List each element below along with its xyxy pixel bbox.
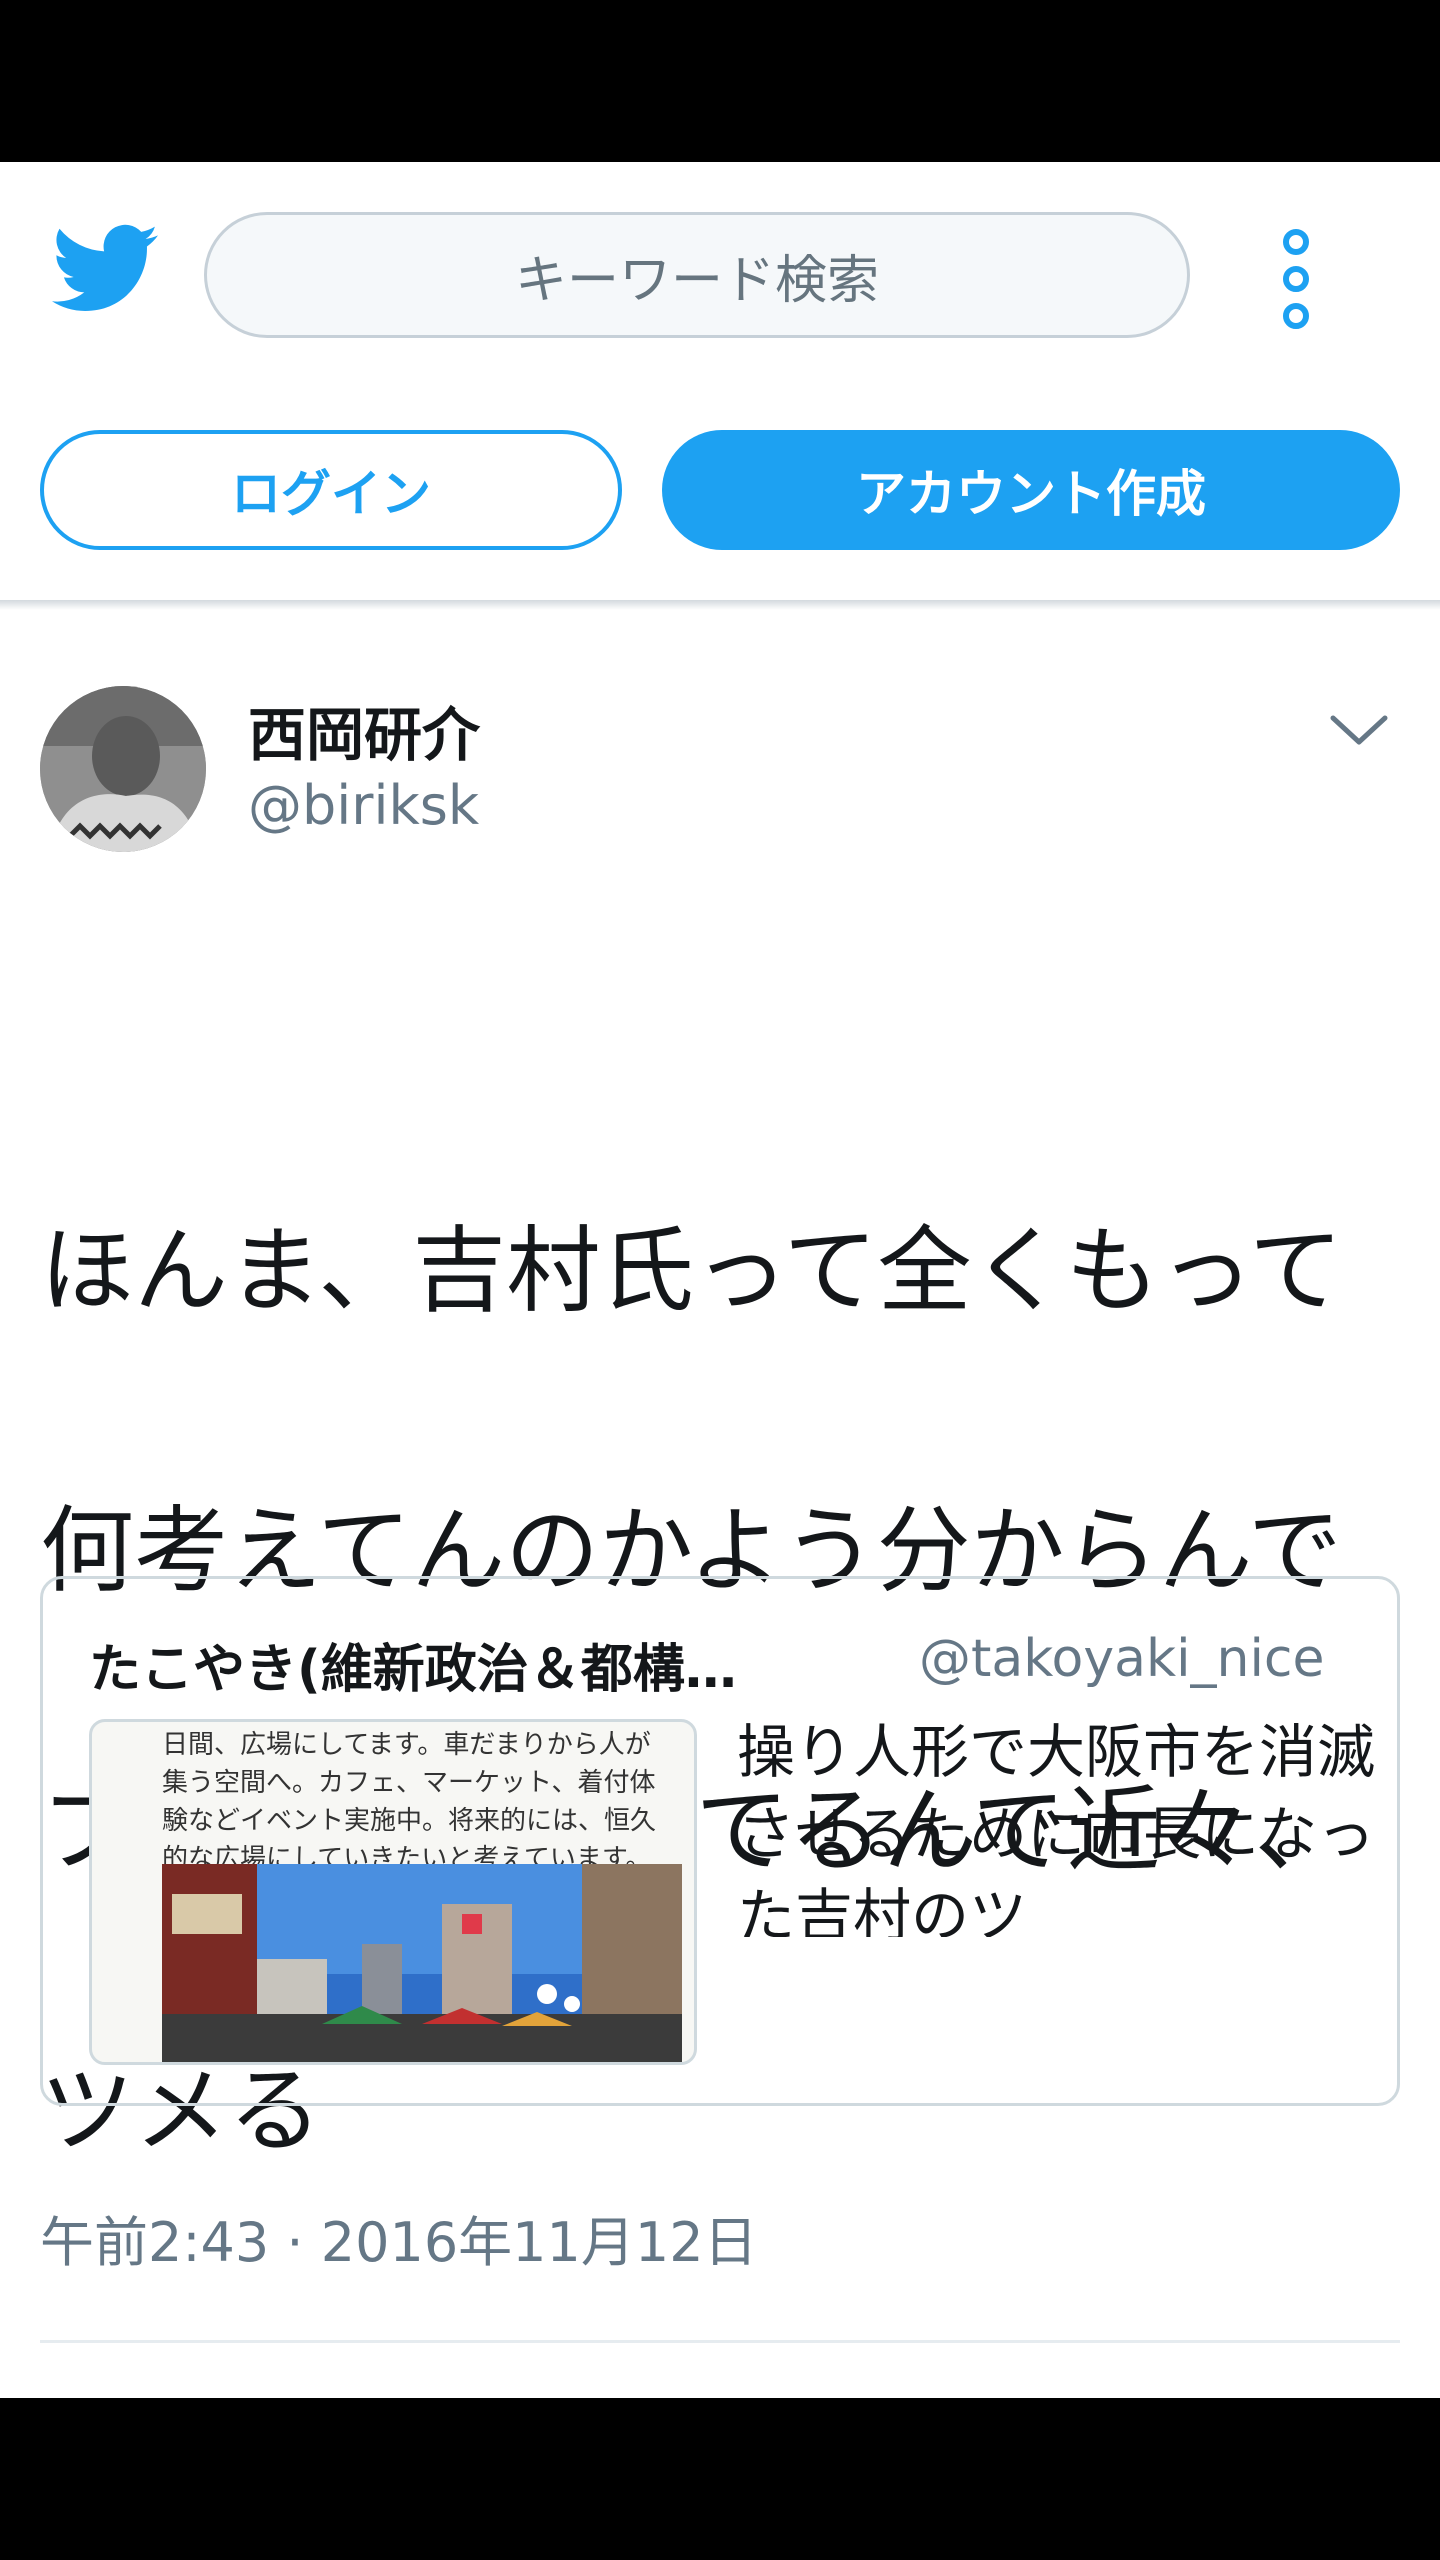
more-vertical-icon[interactable] xyxy=(1272,226,1320,332)
tweet-text-line: ほんま、吉村氏って全くもって xyxy=(40,1217,1343,1326)
create-account-button[interactable]: アカウント作成 xyxy=(662,430,1400,550)
media-caption: 日間、広場にしてます。車だまりから人が 集う空間へ。カフェ、マーケット、着付体 … xyxy=(162,1730,657,1874)
header: キーワード検索 ログイン アカウント作成 xyxy=(0,162,1440,602)
twitter-bird-icon[interactable] xyxy=(52,224,158,314)
search-placeholder: キーワード検索 xyxy=(514,250,879,311)
header-divider xyxy=(0,600,1440,610)
login-label: ログイン xyxy=(231,465,431,523)
tweet-page: キーワード検索 ログイン アカウント作成 西岡研介 @biriksk ほんま、吉… xyxy=(0,162,1440,2398)
login-button[interactable]: ログイン xyxy=(40,430,622,550)
avatar[interactable] xyxy=(40,686,206,852)
quoted-media-image[interactable]: 日間、広場にしてます。車だまりから人が 集う空間へ。カフェ、マーケット、着付体 … xyxy=(89,1719,697,2065)
quoted-author-name: たこやき(維新政治＆都構… xyxy=(89,1640,737,1700)
author-handle[interactable]: @biriksk xyxy=(248,774,479,837)
chevron-down-icon[interactable] xyxy=(1328,710,1390,750)
tweet-timestamp[interactable]: 午前2:43 · 2016年11月12日 xyxy=(40,2198,758,2277)
search-input[interactable]: キーワード検索 xyxy=(204,212,1190,338)
author-name[interactable]: 西岡研介 xyxy=(248,688,480,772)
divider xyxy=(40,2340,1400,2343)
avatar-photo xyxy=(40,686,206,852)
quoted-tweet-text: 操り人形で大阪市を消滅させるために市長になった吉村のツ xyxy=(737,1718,1376,1937)
quoted-tweet-card[interactable]: たこやき(維新政治＆都構… @takoyaki_nice 日間、広場にしてます。… xyxy=(40,1576,1400,2106)
street-photo xyxy=(162,1864,682,2062)
quoted-author-handle: @takoyaki_nice xyxy=(919,1629,1325,1689)
create-account-label: アカウント作成 xyxy=(856,465,1206,523)
